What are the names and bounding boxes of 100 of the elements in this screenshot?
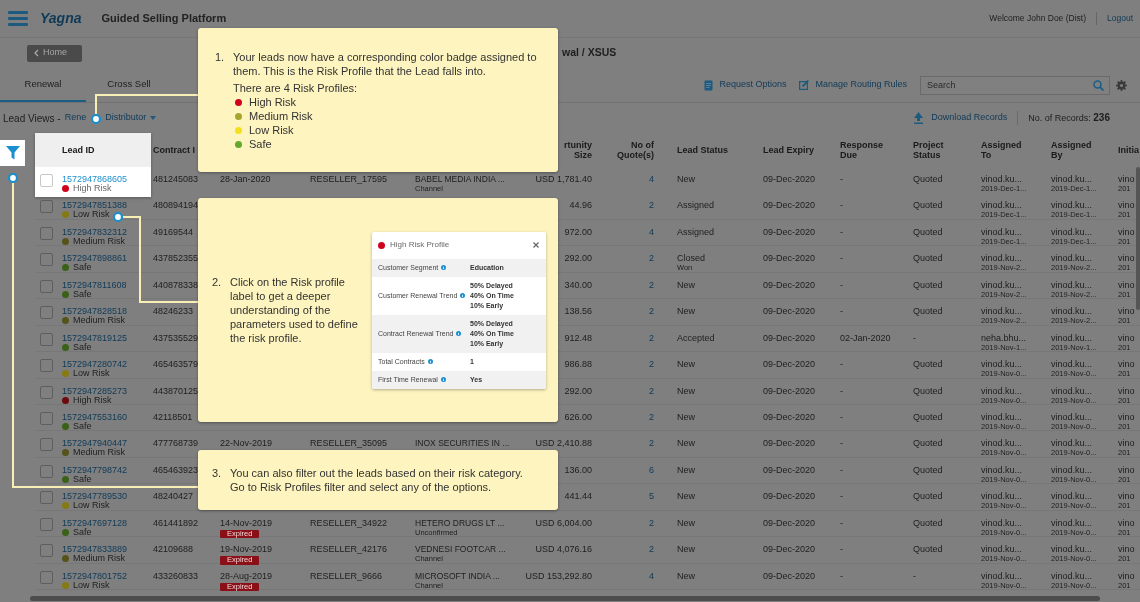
lead-id-link[interactable]: 1572947851388 (62, 200, 147, 211)
legend-label: Low Risk (249, 123, 294, 137)
quote-count-link[interactable]: 4 (649, 570, 654, 581)
filter-button[interactable] (0, 140, 25, 166)
risk-label[interactable]: Safe (73, 421, 92, 431)
checkbox[interactable] (40, 332, 53, 346)
checkbox[interactable] (40, 438, 53, 452)
contract-id: 49169544 (153, 226, 194, 237)
lead-id-link[interactable]: 1572947801752 (62, 570, 147, 581)
checkbox[interactable] (40, 226, 53, 240)
toolbar-link[interactable]: Request Options (704, 78, 787, 92)
column-header: Lead ID (62, 145, 95, 155)
checkbox[interactable] (40, 279, 53, 293)
quote-count-link[interactable]: 2 (649, 279, 654, 290)
risk-label[interactable]: Safe (73, 263, 92, 273)
lead-id-link[interactable]: 1572947940447 (62, 438, 147, 449)
download-link[interactable]: Download Records (914, 111, 1008, 125)
risk-label[interactable]: Safe (73, 289, 92, 299)
assignee-name: vinod.ku... (981, 385, 1024, 396)
initiator-name: vino (1118, 332, 1136, 343)
project-status: Quoted (913, 359, 943, 370)
lead-id-link[interactable]: 1572947898861 (62, 253, 147, 264)
info-icon[interactable] (456, 331, 462, 336)
lead-id-link[interactable]: 1572947553160 (62, 411, 147, 422)
risk-label[interactable]: Low Risk (73, 580, 110, 590)
quote-count-link[interactable]: 2 (649, 544, 654, 555)
lead-id-link[interactable]: 1572947833889 (62, 544, 147, 555)
checkbox[interactable] (40, 359, 53, 373)
quote-count-link[interactable]: 5 (649, 491, 654, 502)
info-icon[interactable] (460, 293, 466, 298)
quote-count-link[interactable]: 4 (649, 226, 654, 237)
checkbox[interactable] (40, 464, 53, 478)
lead-id-link[interactable]: 1572947280742 (62, 359, 147, 370)
search-icon[interactable] (1093, 79, 1104, 91)
opportunity-amount: USD 6,004.00 (535, 517, 592, 528)
risk-label[interactable]: Medium Risk (73, 316, 125, 326)
initiator-name: vino (1118, 544, 1136, 555)
project-status: Quoted (913, 279, 943, 290)
checkbox[interactable] (40, 411, 53, 425)
quote-count-link[interactable]: 2 (649, 385, 654, 396)
risk-label[interactable]: High Risk (73, 395, 112, 405)
view-link[interactable]: Rene (64, 111, 87, 125)
settings-icon[interactable] (1116, 79, 1127, 91)
risk-label[interactable]: Medium Risk (73, 236, 125, 246)
checkbox[interactable] (40, 491, 53, 505)
toolbar-link[interactable]: Manage Routing Rules (799, 78, 907, 92)
lead-id-link[interactable]: 1572947285273 (62, 385, 147, 396)
horizontal-scrollbar[interactable] (30, 596, 1100, 601)
checkbox[interactable] (40, 306, 53, 320)
lead-id-link[interactable]: 1572947868605 (62, 174, 147, 184)
checkbox[interactable] (40, 517, 53, 531)
logout-link[interactable]: Logout (1096, 12, 1133, 25)
view-dropdown[interactable]: Distributor (105, 111, 157, 125)
quote-count-link[interactable]: 2 (649, 306, 654, 317)
lead-id-link[interactable]: 1572947811608 (62, 279, 147, 290)
checkbox[interactable] (40, 200, 53, 214)
risk-label[interactable]: High Risk (73, 184, 112, 193)
checkbox[interactable] (40, 570, 53, 584)
risk-label[interactable]: Low Risk (73, 210, 110, 220)
risk-label[interactable]: Medium Risk (73, 554, 125, 564)
risk-label[interactable]: Medium Risk (73, 448, 125, 458)
expiry-date: 09-Dec-2020 (763, 306, 816, 317)
info-icon[interactable] (427, 359, 433, 364)
quote-count-link[interactable]: 2 (649, 411, 654, 422)
info-icon[interactable] (440, 377, 446, 382)
quote-count-link[interactable]: 4 (649, 174, 654, 184)
checkbox[interactable] (40, 544, 53, 558)
response-due: - (840, 491, 843, 502)
assignee-name: vinod.ku... (981, 464, 1024, 475)
close-icon[interactable] (533, 242, 539, 248)
quote-count-link[interactable]: 2 (649, 200, 654, 211)
lead-id-link[interactable]: 1572947832312 (62, 226, 147, 237)
lead-id-link[interactable]: 1572947819125 (62, 332, 147, 343)
checkbox[interactable] (40, 253, 53, 267)
info-icon[interactable] (441, 265, 447, 270)
welcome-text: Welcome John Doe (Dist) (989, 12, 1086, 25)
expiry-date: 09-Dec-2020 (763, 332, 816, 343)
risk-label[interactable]: Low Risk (73, 369, 110, 379)
risk-label[interactable]: Safe (73, 474, 92, 484)
tab[interactable]: Cross Sell (86, 68, 172, 102)
quote-count-link[interactable]: 2 (649, 253, 654, 264)
contract-id: 443870125 (153, 385, 199, 396)
quote-count-link[interactable]: 2 (649, 517, 654, 528)
search-field[interactable]: Search (920, 75, 1110, 95)
checkbox[interactable] (40, 385, 53, 399)
vertical-scrollbar[interactable] (1136, 167, 1140, 310)
lead-id-link[interactable]: 1572947789530 (62, 491, 147, 502)
lead-id-link[interactable]: 1572947697128 (62, 517, 147, 528)
quote-count-link[interactable]: 6 (649, 464, 654, 475)
quote-count-link[interactable]: 2 (649, 359, 654, 370)
tab[interactable]: Renewal (0, 68, 86, 102)
lead-id-link[interactable]: 1572947798742 (62, 464, 147, 475)
risk-label[interactable]: Low Risk (73, 501, 110, 511)
quote-count-link[interactable]: 2 (649, 438, 654, 449)
risk-label[interactable]: Safe (73, 342, 92, 352)
menu-icon[interactable] (8, 11, 28, 26)
quote-count-link[interactable]: 2 (649, 332, 654, 343)
risk-label[interactable]: Safe (73, 527, 92, 537)
lead-id-link[interactable]: 1572947828518 (62, 306, 147, 317)
home-button[interactable]: Home (27, 44, 82, 62)
